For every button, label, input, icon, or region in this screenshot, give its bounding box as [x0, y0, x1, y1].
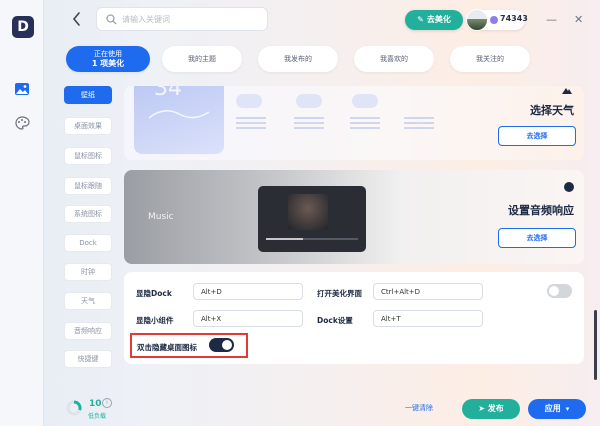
bottom-bar: 10 i 低负载 一键清除 ➤ 发布 应用 ▾	[44, 390, 600, 426]
progress-bar	[266, 238, 358, 240]
tab-in-use[interactable]: 正在使用 1 项美化	[66, 46, 150, 72]
weather-forecast-column	[236, 114, 266, 132]
sidebar-item-audio[interactable]: 音频响应	[64, 322, 112, 340]
tab-in-use-line2: 1 项美化	[91, 59, 125, 68]
search-icon	[106, 14, 117, 25]
weather-forecast-column	[294, 114, 324, 132]
weather-card: 34 选择天气 去选择	[124, 86, 584, 160]
weather-preview: 34	[134, 86, 224, 154]
sidebar-item-cursor-follow[interactable]: 鼠标跟随	[64, 177, 112, 195]
mountain-icon	[562, 88, 572, 94]
sidebar-item-desktop-effects[interactable]: 桌面效果	[64, 117, 112, 135]
double-click-hide-toggle[interactable]	[209, 338, 234, 352]
tab-my-liked[interactable]: 我喜欢的	[354, 46, 434, 72]
user-points-badge[interactable]: 74343	[466, 9, 528, 31]
close-icon[interactable]: ✕	[574, 13, 583, 26]
toggle-dock-label: 显隐Dock	[136, 289, 172, 298]
minimize-icon[interactable]: —	[546, 13, 557, 26]
tab-in-use-line1: 正在使用	[94, 50, 122, 58]
sidebar-item-dock[interactable]: Dock	[64, 234, 112, 252]
sidebar-item-cursor-icons[interactable]: 鼠标图标	[64, 147, 112, 165]
sidebar-item-shortcuts[interactable]: 快捷键	[64, 350, 112, 368]
apply-button[interactable]: 应用 ▾	[528, 399, 586, 419]
coin-icon	[490, 16, 498, 24]
open-ui-label: 打开美化界面	[317, 289, 362, 298]
brush-icon: ✎	[417, 15, 424, 24]
chevron-down-icon[interactable]: ▾	[566, 399, 570, 419]
weather-cloud-icon	[296, 94, 322, 108]
publish-label: 发布	[487, 404, 504, 413]
go-beautify-label: 去美化	[426, 15, 451, 24]
load-label: 低负载	[88, 413, 107, 420]
audio-preview-label: Music	[148, 212, 174, 222]
toggle-widget-key-field[interactable]	[193, 310, 303, 327]
send-icon: ➤	[478, 404, 488, 413]
search-box[interactable]	[96, 7, 268, 31]
load-value: 10	[89, 399, 102, 409]
points-value: 74343	[500, 14, 528, 23]
dock-settings-key-field[interactable]	[373, 310, 483, 327]
image-icon[interactable]	[14, 82, 30, 96]
wave-line-icon	[149, 110, 209, 119]
sidebar-item-weather[interactable]: 天气	[64, 292, 112, 310]
audio-select-button[interactable]: 去选择	[498, 228, 576, 248]
open-ui-toggle[interactable]	[547, 284, 572, 298]
weather-cloud-icon	[352, 94, 378, 108]
apply-label: 应用	[544, 404, 561, 413]
tab-bar: 正在使用 1 项美化 我的主题 我发布的 我喜欢的 我关注的	[66, 46, 586, 72]
palette-icon[interactable]	[14, 116, 30, 130]
audio-preview: Music	[134, 174, 384, 260]
open-ui-key-field[interactable]	[373, 283, 483, 300]
album-art	[288, 194, 328, 230]
tab-my-following[interactable]: 我关注的	[450, 46, 530, 72]
left-rail: D	[0, 0, 44, 426]
publish-button[interactable]: ➤ 发布	[462, 399, 520, 419]
back-arrow-icon[interactable]	[70, 10, 84, 28]
weather-select-button[interactable]: 去选择	[498, 126, 576, 146]
info-icon[interactable]: i	[102, 398, 112, 408]
tab-my-themes[interactable]: 我的主题	[162, 46, 242, 72]
dock-settings-label: Dock设置	[317, 316, 353, 325]
sidebar-item-wallpaper[interactable]: 壁纸	[64, 86, 112, 104]
weather-cloud-icon	[236, 94, 262, 108]
sidebar-item-clock[interactable]: 时钟	[64, 263, 112, 281]
weather-card-title: 选择天气	[530, 104, 574, 117]
search-input[interactable]	[122, 11, 262, 27]
scrollbar[interactable]	[594, 310, 597, 380]
audio-card: Music 设置音频响应 去选择	[124, 170, 584, 264]
audio-card-title: 设置音频响应	[508, 204, 574, 217]
weather-forecast-column	[350, 114, 380, 132]
avatar[interactable]	[466, 9, 488, 31]
weather-forecast-column	[404, 114, 434, 132]
top-bar: ✎去美化 74343 — ✕	[44, 0, 600, 40]
app-logo: D	[12, 16, 34, 38]
go-beautify-button[interactable]: ✎ 去美化	[405, 10, 463, 30]
tab-my-published[interactable]: 我发布的	[258, 46, 338, 72]
music-player-preview	[258, 186, 366, 252]
clear-all-link[interactable]: 一键清除	[405, 403, 433, 413]
toggle-widget-label: 显隐小组件	[136, 316, 174, 325]
toggle-dock-key-field[interactable]	[193, 283, 303, 300]
sidebar-item-system-icons[interactable]: 系统图标	[64, 205, 112, 223]
load-ring-icon	[66, 400, 82, 416]
weather-preview-number: 34	[154, 86, 182, 101]
audio-badge-icon	[564, 182, 574, 192]
